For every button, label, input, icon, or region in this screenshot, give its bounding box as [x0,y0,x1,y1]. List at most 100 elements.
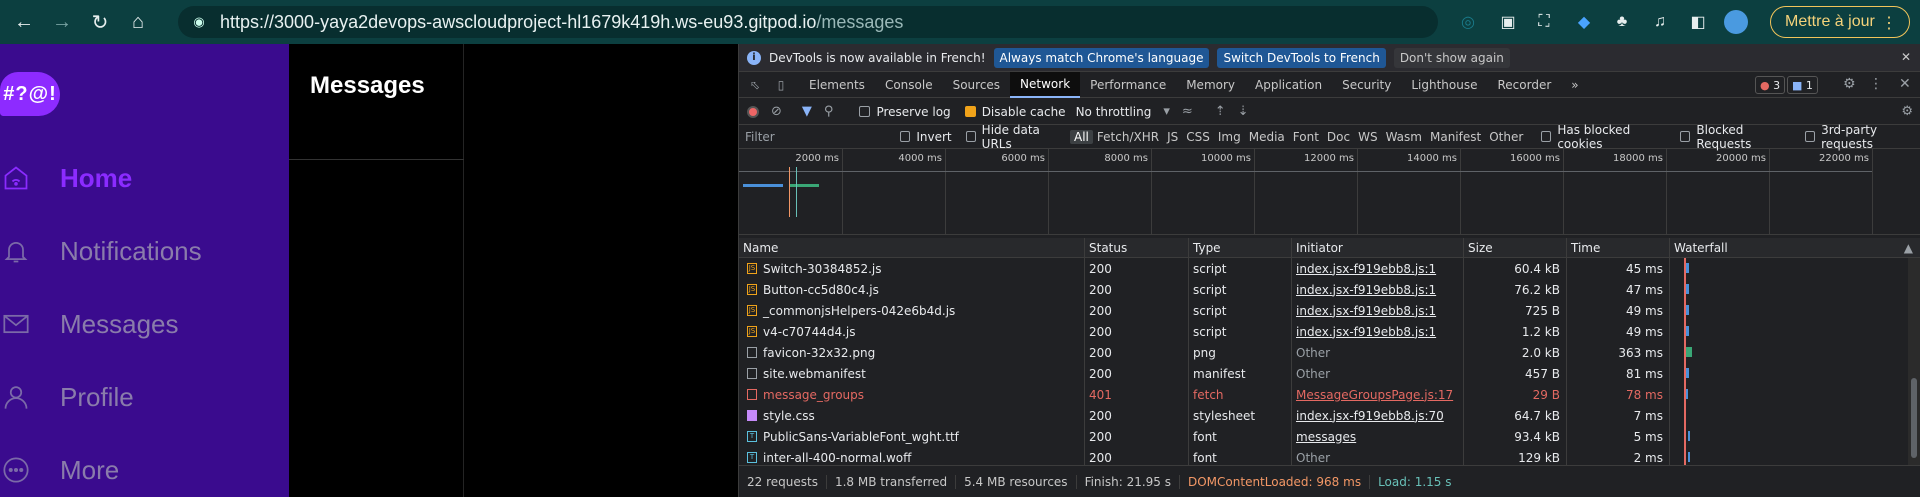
address-bar[interactable]: ◉ https://3000-yaya2devops-awscloudproje… [178,6,1438,38]
side-panel-icon[interactable]: ◧ [1686,10,1710,34]
blocked-cookies-checkbox[interactable] [1541,131,1552,142]
dont-show-again-button[interactable]: Don't show again [1393,47,1510,68]
message-count-badge[interactable]: ■ 1 [1787,76,1818,94]
hide-data-urls-checkbox[interactable] [965,131,976,142]
request-initiator[interactable]: index.jsx-f919ebb8.js:1 [1292,279,1464,300]
tab-security[interactable]: Security [1332,72,1401,98]
filter-type-fetch[interactable]: Fetch/XHR [1093,130,1163,144]
column-initiator[interactable]: Initiator [1292,238,1464,257]
tab-recorder[interactable]: Recorder [1488,72,1562,98]
forward-icon[interactable]: → [48,8,76,36]
settings-icon[interactable]: ⚙ [1843,76,1856,92]
filter-type-wasm[interactable]: Wasm [1382,130,1426,144]
requests-scrollbar[interactable] [1908,258,1920,465]
table-row[interactable]: site.webmanifest 200 manifest Other 457 B 81 … [739,363,1920,384]
kebab-menu-icon[interactable]: ⋮ [1869,76,1883,92]
match-language-button[interactable]: Always match Chrome's language [993,47,1210,68]
tab-lighthouse[interactable]: Lighthouse [1401,72,1487,98]
column-size[interactable]: Size [1464,238,1567,257]
extensions-puzzle-icon[interactable]: ♣ [1610,10,1634,34]
column-time[interactable]: Time [1567,238,1670,257]
reload-icon[interactable]: ↻ [86,8,114,36]
filter-type-font[interactable]: Font [1289,130,1323,144]
table-row[interactable]: message_groups 401 fetch MessageGroupsPage.… [739,384,1920,405]
screenshot-icon[interactable]: ⛶ [1532,10,1556,34]
sidebar-item-more[interactable]: More [0,450,119,490]
blocked-requests-checkbox[interactable] [1680,131,1691,142]
sidebar-item-home[interactable]: Home [0,158,132,198]
network-overview[interactable]: 2000 ms 4000 ms 6000 ms 8000 ms 10000 ms… [739,149,1920,235]
sidebar-item-notifications[interactable]: Notifications [0,231,202,271]
extension-icon[interactable]: ▣ [1496,10,1520,34]
filter-type-doc[interactable]: Doc [1323,130,1354,144]
switch-french-button[interactable]: Switch DevTools to French [1217,47,1386,68]
request-initiator[interactable]: index.jsx-f919ebb8.js:1 [1292,321,1464,342]
extension-icon[interactable]: ◎ [1456,10,1480,34]
tab-network[interactable]: Network [1010,71,1081,98]
kebab-menu-icon[interactable]: ⋮ [1881,13,1897,33]
column-status[interactable]: Status [1085,238,1189,257]
extension-icon[interactable]: ◆ [1572,10,1596,34]
column-name[interactable]: Name [739,238,1085,257]
table-row[interactable]: JS Switch-30384852.js 200 script index.jsx-f… [739,258,1920,279]
profile-avatar-icon[interactable] [1724,10,1748,34]
filter-type-css[interactable]: CSS [1182,130,1214,144]
inspect-element-icon[interactable]: ⬁ [745,75,765,95]
media-icon[interactable]: ♫ [1648,10,1672,34]
disable-cache-checkbox[interactable] [964,106,976,117]
tab-performance[interactable]: Performance [1080,72,1176,98]
filter-type-img[interactable]: Img [1214,130,1245,144]
throttling-select[interactable]: No throttling [1076,105,1152,119]
column-type[interactable]: Type [1189,238,1292,257]
clear-icon[interactable]: ⊘ [771,104,782,119]
column-waterfall[interactable]: Waterfall ▲ [1670,238,1920,257]
network-conditions-icon[interactable]: ≈ [1182,104,1193,119]
update-button[interactable]: Mettre à jour ⋮ [1770,6,1910,38]
filter-type-manifest[interactable]: Manifest [1426,130,1485,144]
request-initiator[interactable]: messages [1292,426,1464,447]
invert-checkbox[interactable] [900,131,911,142]
filter-input[interactable]: Filter [743,128,886,146]
tab-console[interactable]: Console [875,72,943,98]
table-row[interactable]: Tinter-all-400-normal.woff 200 font Other 12… [739,447,1920,465]
export-har-icon[interactable]: ⇣ [1238,104,1249,119]
error-count-badge[interactable]: ● 3 [1755,76,1786,94]
request-initiator[interactable]: index.jsx-f919ebb8.js:1 [1292,258,1464,279]
tab-sources[interactable]: Sources [943,72,1010,98]
table-row[interactable]: JS Button-cc5d80c4.js 200 script index.jsx-f… [739,279,1920,300]
site-info-icon[interactable]: ◉ [190,13,208,31]
tab-application[interactable]: Application [1245,72,1332,98]
tab-elements[interactable]: Elements [799,72,875,98]
request-initiator[interactable]: MessageGroupsPage.js:17 [1292,384,1464,405]
tab-memory[interactable]: Memory [1176,72,1245,98]
close-devtools-icon[interactable]: ✕ [1899,76,1911,92]
back-icon[interactable]: ← [10,8,38,36]
table-row[interactable]: style.css 200 stylesheet index.jsx-f919ebb8… [739,405,1920,426]
more-tabs-icon[interactable]: » [1561,72,1588,98]
import-har-icon[interactable]: ⇡ [1215,104,1226,119]
third-party-checkbox[interactable] [1805,131,1816,142]
request-initiator[interactable]: index.jsx-f919ebb8.js:70 [1292,405,1464,426]
filter-icon[interactable]: ▼ [802,104,812,119]
network-settings-icon[interactable]: ⚙ [1901,104,1913,119]
table-row[interactable]: favicon-32x32.png 200 png Other 2.0 kB 363 ms [739,342,1920,363]
sidebar-item-profile[interactable]: Profile [0,377,134,417]
scrollbar-thumb[interactable] [1911,378,1917,458]
device-toolbar-icon[interactable]: ▯ [771,75,791,95]
filter-type-all[interactable]: All [1070,129,1093,144]
table-row[interactable]: JS v4-c70744d4.js 200 script index.jsx-f919e… [739,321,1920,342]
app-logo[interactable]: #?@! [0,72,60,116]
table-row[interactable]: T PublicSans-VariableFont_wght.ttf 200 font… [739,426,1920,447]
filter-type-other[interactable]: Other [1485,130,1527,144]
table-row[interactable]: JS _commonjsHelpers-042e6b4d.js 200 script i… [739,300,1920,321]
request-initiator[interactable]: index.jsx-f919ebb8.js:1 [1292,300,1464,321]
close-icon[interactable]: ✕ [1901,50,1911,64]
chevron-down-icon[interactable]: ▾ [1163,104,1170,119]
sidebar-item-messages[interactable]: Messages [0,304,179,344]
preserve-log-checkbox[interactable] [859,106,871,117]
home-button-icon[interactable]: ⌂ [124,8,152,36]
filter-type-js[interactable]: JS [1163,130,1182,144]
filter-type-media[interactable]: Media [1245,130,1289,144]
search-icon[interactable]: ⚲ [824,104,834,119]
record-icon[interactable] [747,105,759,118]
